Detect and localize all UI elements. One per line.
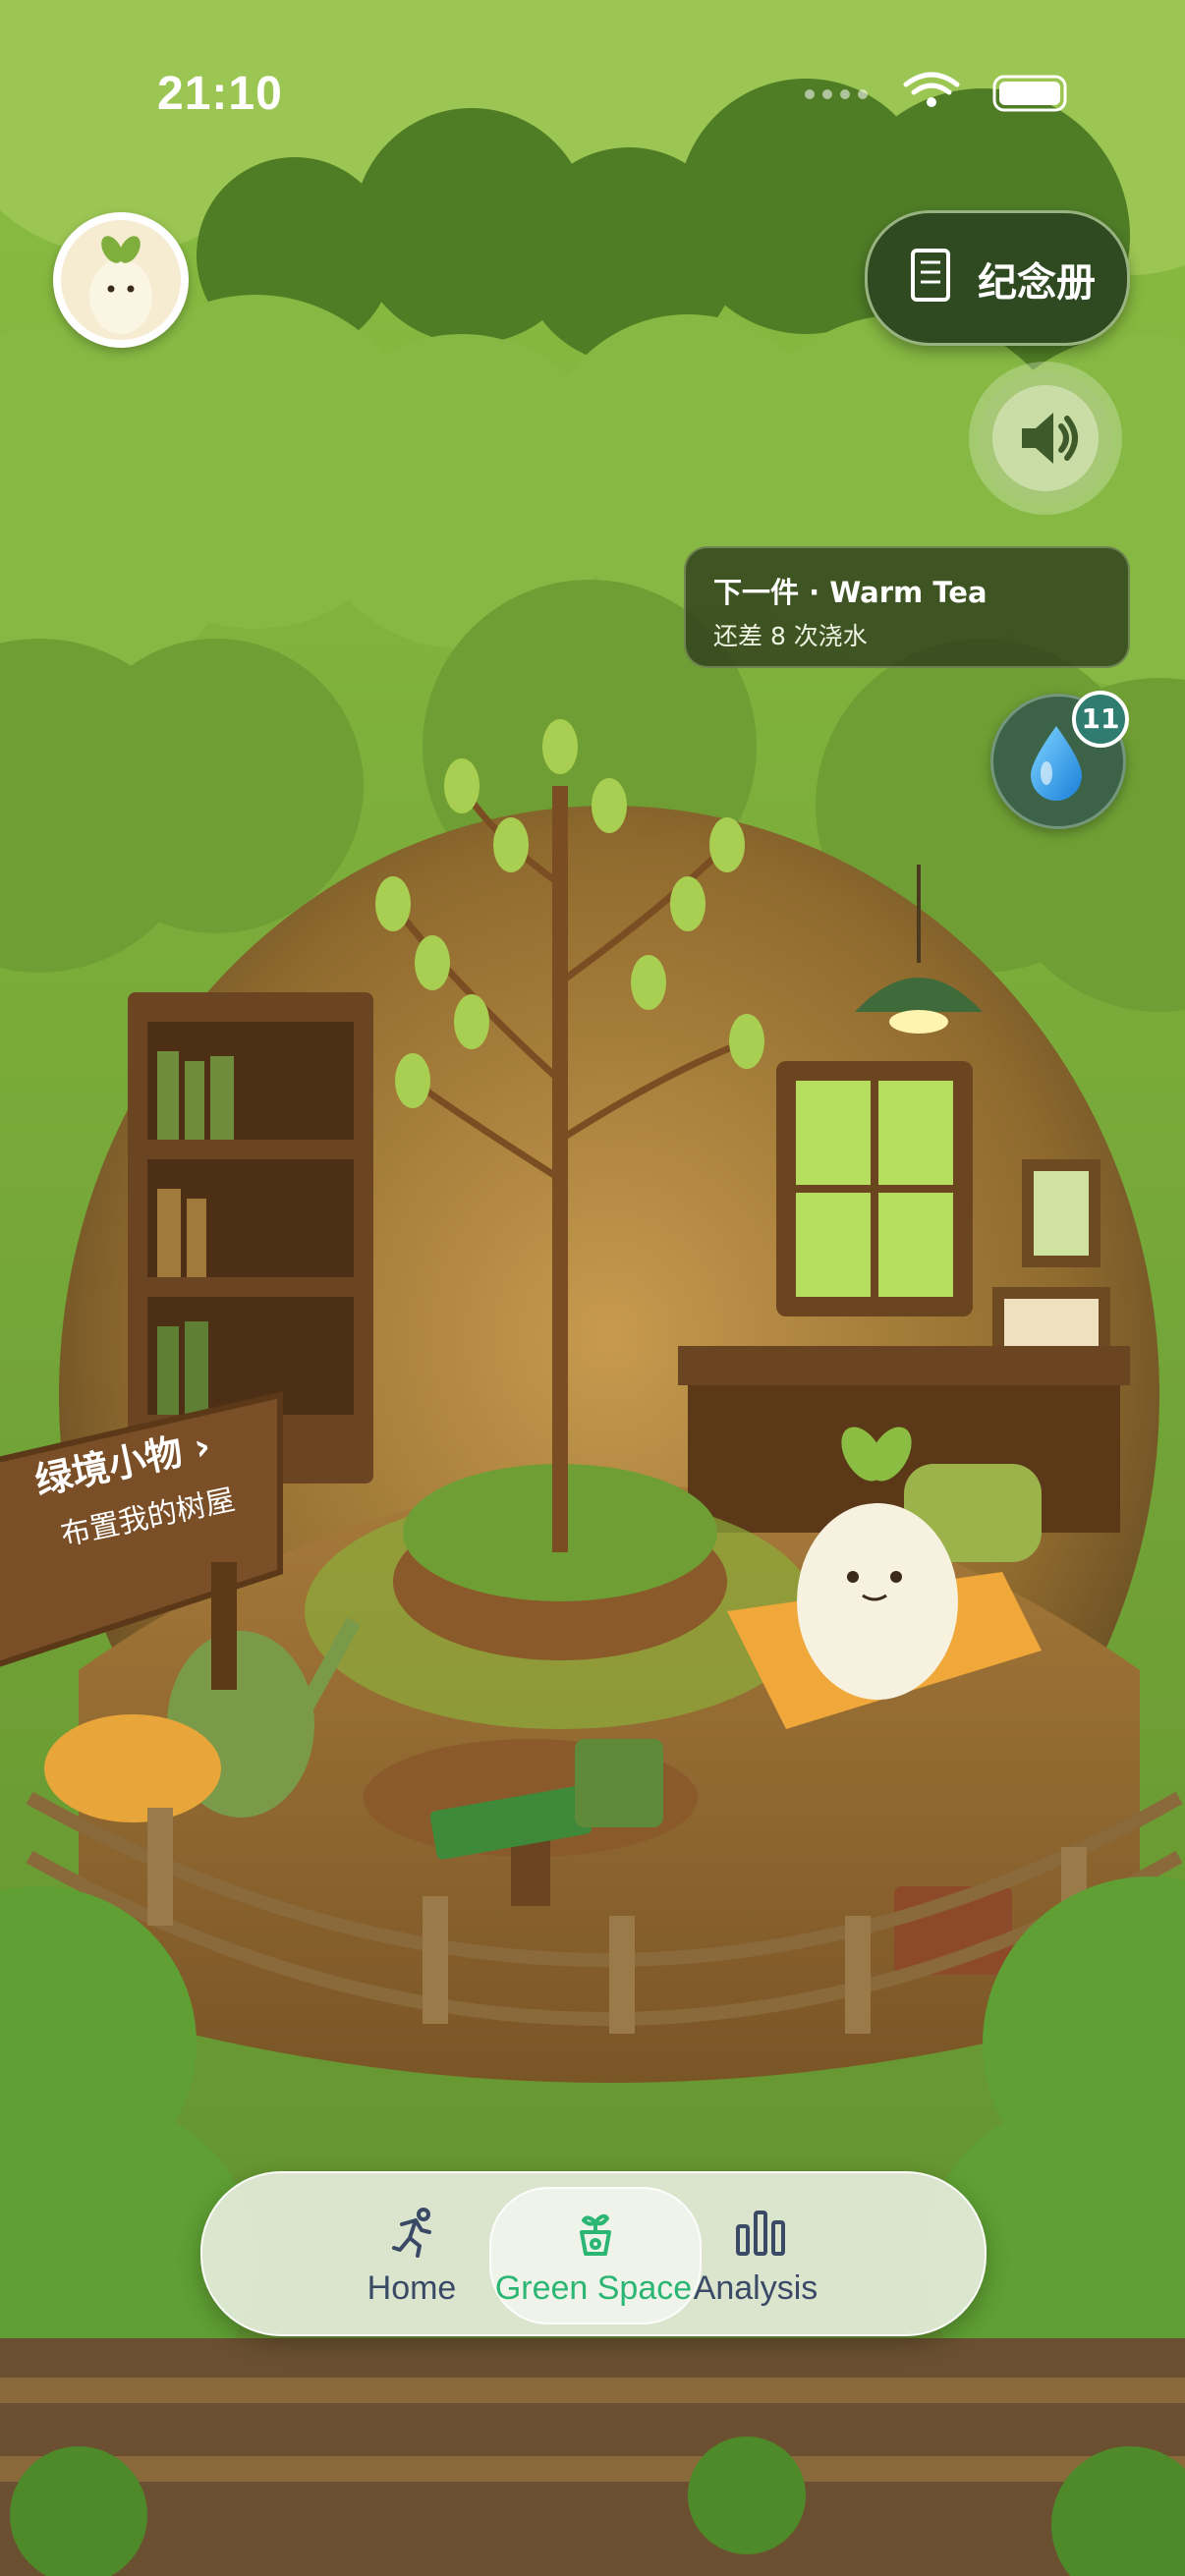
- notebook-icon: [911, 249, 950, 302]
- sound-button-inner: [992, 385, 1099, 491]
- memory-book-button[interactable]: 纪念册: [865, 210, 1130, 346]
- bottom-tab-bar: Home Green Space Analysis: [200, 2171, 987, 2336]
- wifi-icon: [903, 72, 960, 95]
- running-icon: [392, 2208, 431, 2258]
- water-count: 11: [1081, 702, 1120, 735]
- speaker-icon: [1022, 413, 1078, 464]
- next-unlock-title: 下一件 · Warm Tea: [713, 576, 988, 609]
- water-count-badge: 11: [1072, 691, 1129, 748]
- bar-chart-icon: [736, 2211, 785, 2256]
- signal-icon: [805, 89, 868, 99]
- sprout-avatar-icon: [89, 236, 152, 334]
- sound-toggle-button[interactable]: [979, 371, 1112, 505]
- memory-book-label: 纪念册: [978, 260, 1096, 306]
- water-button[interactable]: 11: [990, 691, 1129, 829]
- next-unlock-card[interactable]: 下一件 · Warm Tea 还差 8 次浇水: [684, 546, 1130, 668]
- profile-avatar[interactable]: [53, 212, 189, 348]
- tab-analysis-label: Analysis: [693, 2269, 818, 2307]
- status-bar-time: 21:10: [157, 68, 283, 120]
- next-unlock-progress: 还差 8 次浇水: [713, 622, 868, 650]
- tab-analysis[interactable]: Analysis: [633, 2173, 878, 2334]
- sprout-pot-icon: [580, 2213, 611, 2256]
- status-bar-icons: [805, 72, 1067, 112]
